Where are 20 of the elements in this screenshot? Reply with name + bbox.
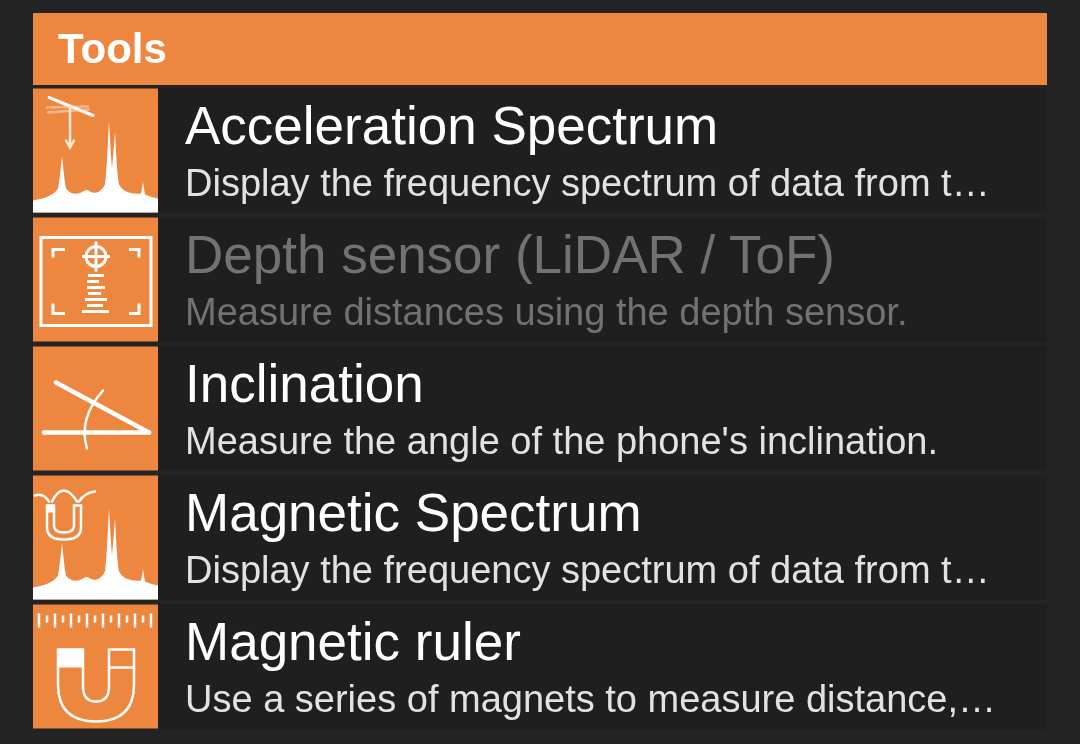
- tool-title: Inclination: [185, 354, 425, 413]
- tool-title: Acceleration Spectrum: [185, 96, 720, 155]
- tool-item[interactable]: Inclination Measure the angle of the phone's inclination.: [33, 346, 1047, 471]
- magnet-ruler-icon: [33, 604, 158, 729]
- tool-description: Use a series of magnets to measure distance,…: [185, 676, 997, 721]
- crosshair-frame-icon: [33, 217, 158, 342]
- angle-icon: [33, 346, 158, 471]
- tool-description: Measure distances using the depth sensor.: [185, 289, 908, 334]
- tool-item[interactable]: Magnetic ruler Use a series of magnets to measure distance,…: [33, 604, 1047, 729]
- magnet-spectrum-icon: [33, 475, 158, 600]
- tool-description: Measure the angle of the phone's inclination.: [185, 418, 938, 463]
- tool-description: Display the frequency spectrum of data from t…: [185, 547, 990, 592]
- header-title: Tools: [58, 25, 167, 73]
- tool-title: Magnetic ruler: [185, 612, 522, 671]
- tool-title: Magnetic Spectrum: [185, 483, 643, 542]
- tool-item[interactable]: Acceleration Spectrum Display the frequency spectrum of data from t…: [33, 88, 1047, 213]
- tool-item[interactable]: Magnetic Spectrum Display the frequency spectrum of data from t…: [33, 475, 1047, 600]
- tool-description: Display the frequency spectrum of data from t…: [185, 160, 990, 205]
- tool-title: Depth sensor (LiDAR / ToF): [185, 225, 836, 284]
- spectrum-peaks-icon: [33, 88, 158, 213]
